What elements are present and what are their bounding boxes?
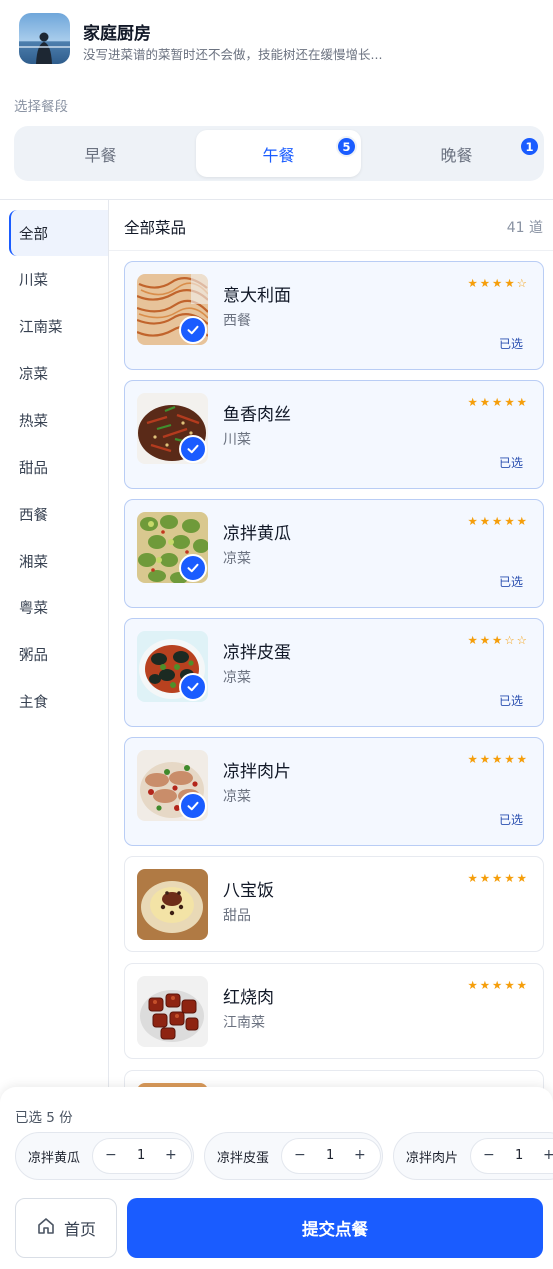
count-badge: 5 — [336, 136, 357, 157]
plus-button[interactable]: + — [354, 1147, 366, 1163]
selected-check-icon — [179, 435, 207, 463]
tab-breakfast[interactable]: 早餐 — [18, 130, 183, 177]
home-label: 首页 — [63, 1220, 96, 1239]
selected-label: 已选 — [498, 575, 523, 589]
home-button[interactable]: 首页 — [15, 1198, 117, 1258]
selected-check-icon — [179, 316, 207, 344]
selected-label: 已选 — [498, 813, 523, 827]
dish-card[interactable]: 八宝饭 甜品 ★★★★★ — [124, 856, 544, 952]
cart-item-name: 凉拌肉片 — [406, 1151, 459, 1166]
quantity-stepper: − 1 + — [281, 1138, 381, 1174]
category-item-sichuan[interactable]: 川菜 — [9, 256, 108, 302]
list-count: 41 道 — [506, 220, 543, 236]
dish-card[interactable]: 凉拌黄瓜 凉菜 ★★★★★ 已选 — [124, 499, 544, 608]
cart-item-name: 凉拌皮蛋 — [217, 1151, 270, 1166]
dish-card[interactable]: 鱼香肉丝 川菜 ★★★★★ 已选 — [124, 380, 544, 489]
submit-label: 提交点餐 — [302, 1220, 368, 1239]
count-badge: 1 — [519, 136, 540, 157]
category-item-hunan[interactable]: 湘菜 — [9, 538, 108, 584]
divider — [109, 250, 553, 251]
plus-button[interactable]: + — [165, 1147, 177, 1163]
rating-stars: ★★★★★ — [467, 752, 529, 766]
cart-item: 凉拌肉片 − 1 + — [393, 1132, 553, 1180]
cart-item: 凉拌黄瓜 − 1 + — [15, 1132, 194, 1180]
tab-lunch[interactable]: 午餐 5 — [196, 130, 361, 177]
quantity-value: 1 — [137, 1148, 146, 1163]
cart-items-strip[interactable]: 凉拌黄瓜 − 1 + 凉拌皮蛋 − 1 + 凉拌肉片 − 1 + — [15, 1132, 553, 1182]
rating-stars: ★★★★★ — [467, 871, 529, 885]
cart-count: 已选 5 份 — [15, 1110, 73, 1126]
minus-button[interactable]: − — [105, 1147, 117, 1163]
dish-name: 意大利面 — [223, 286, 291, 306]
tab-label: 晚餐 — [440, 145, 473, 165]
list-title: 全部菜品 — [124, 219, 187, 237]
cart-item: 凉拌皮蛋 − 1 + — [204, 1132, 383, 1180]
category-item-porridge[interactable]: 粥品 — [9, 631, 108, 677]
category-sidebar: 全部 川菜 江南菜 凉菜 热菜 甜品 西餐 湘菜 粤菜 粥品 主食 — [0, 200, 109, 1100]
rating-stars: ★★★★★ — [467, 514, 529, 528]
selected-check-icon — [179, 792, 207, 820]
selected-label: 已选 — [498, 456, 523, 470]
selected-check-icon — [179, 673, 207, 701]
dish-category: 凉菜 — [223, 789, 251, 805]
dish-category: 甜品 — [223, 908, 251, 924]
minus-button[interactable]: − — [483, 1147, 495, 1163]
rating-stars: ★★★★☆ — [467, 276, 529, 290]
dish-category: 江南菜 — [223, 1015, 265, 1031]
cart-item-name: 凉拌黄瓜 — [28, 1151, 81, 1166]
dish-card[interactable]: 红烧肉 江南菜 ★★★★★ — [124, 963, 544, 1059]
dish-card[interactable]: 凉拌皮蛋 凉菜 ★★★☆☆ 已选 — [124, 618, 544, 727]
avatar[interactable] — [19, 13, 70, 64]
minus-button[interactable]: − — [294, 1147, 306, 1163]
dish-image — [137, 976, 208, 1047]
dish-name: 鱼香肉丝 — [223, 405, 291, 425]
selected-check-icon — [179, 554, 207, 582]
selected-label: 已选 — [498, 694, 523, 708]
home-icon — [36, 1216, 56, 1240]
dish-name: 红烧肉 — [223, 988, 274, 1008]
app-header: 家庭厨房 没写进菜谱的菜暂时还不会做，技能树还在缓慢增长... — [0, 0, 553, 80]
dish-name: 八宝饭 — [223, 881, 274, 901]
dish-category: 西餐 — [223, 313, 251, 329]
category-item-cantonese[interactable]: 粤菜 — [9, 584, 108, 630]
meal-section-label: 选择餐段 — [14, 99, 68, 115]
tab-dinner[interactable]: 晚餐 1 — [374, 130, 540, 177]
rating-stars: ★★★★★ — [467, 978, 529, 992]
cart-sheet: 已选 5 份 凉拌黄瓜 − 1 + 凉拌皮蛋 − 1 + 凉拌肉片 − 1 + — [0, 1087, 553, 1269]
dish-name: 凉拌皮蛋 — [223, 643, 291, 663]
category-item-cold[interactable]: 凉菜 — [9, 350, 108, 396]
category-item-all[interactable]: 全部 — [9, 210, 108, 256]
submit-order-button[interactable]: 提交点餐 — [127, 1198, 543, 1258]
quantity-stepper: − 1 + — [92, 1138, 192, 1174]
app-title: 家庭厨房 — [83, 24, 151, 44]
selected-label: 已选 — [498, 337, 523, 351]
plus-button[interactable]: + — [543, 1147, 553, 1163]
category-item-staple[interactable]: 主食 — [9, 678, 108, 724]
dish-category: 凉菜 — [223, 551, 251, 567]
dish-card[interactable]: 凉拌肉片 凉菜 ★★★★★ 已选 — [124, 737, 544, 846]
rating-stars: ★★★☆☆ — [467, 633, 529, 647]
category-item-jiangnan[interactable]: 江南菜 — [9, 303, 108, 349]
dish-name: 凉拌肉片 — [223, 762, 291, 782]
category-item-western[interactable]: 西餐 — [9, 491, 108, 537]
category-item-hot[interactable]: 热菜 — [9, 397, 108, 443]
quantity-value: 1 — [515, 1148, 524, 1163]
dish-image — [137, 869, 208, 940]
dish-category: 川菜 — [223, 432, 251, 448]
tab-label: 早餐 — [84, 145, 117, 165]
dish-category: 凉菜 — [223, 670, 251, 686]
dish-name: 凉拌黄瓜 — [223, 524, 291, 544]
quantity-stepper: − 1 + — [470, 1138, 553, 1174]
rating-stars: ★★★★★ — [467, 395, 529, 409]
dish-card[interactable]: 意大利面 西餐 ★★★★☆ 已选 — [124, 261, 544, 370]
app-subtitle: 没写进菜谱的菜暂时还不会做，技能树还在缓慢增长... — [83, 47, 383, 62]
tab-label: 午餐 — [262, 145, 295, 165]
meal-segmented-control: 早餐 午餐 5 晚餐 1 — [14, 126, 544, 181]
quantity-value: 1 — [326, 1148, 335, 1163]
category-item-dessert[interactable]: 甜品 — [9, 444, 108, 490]
